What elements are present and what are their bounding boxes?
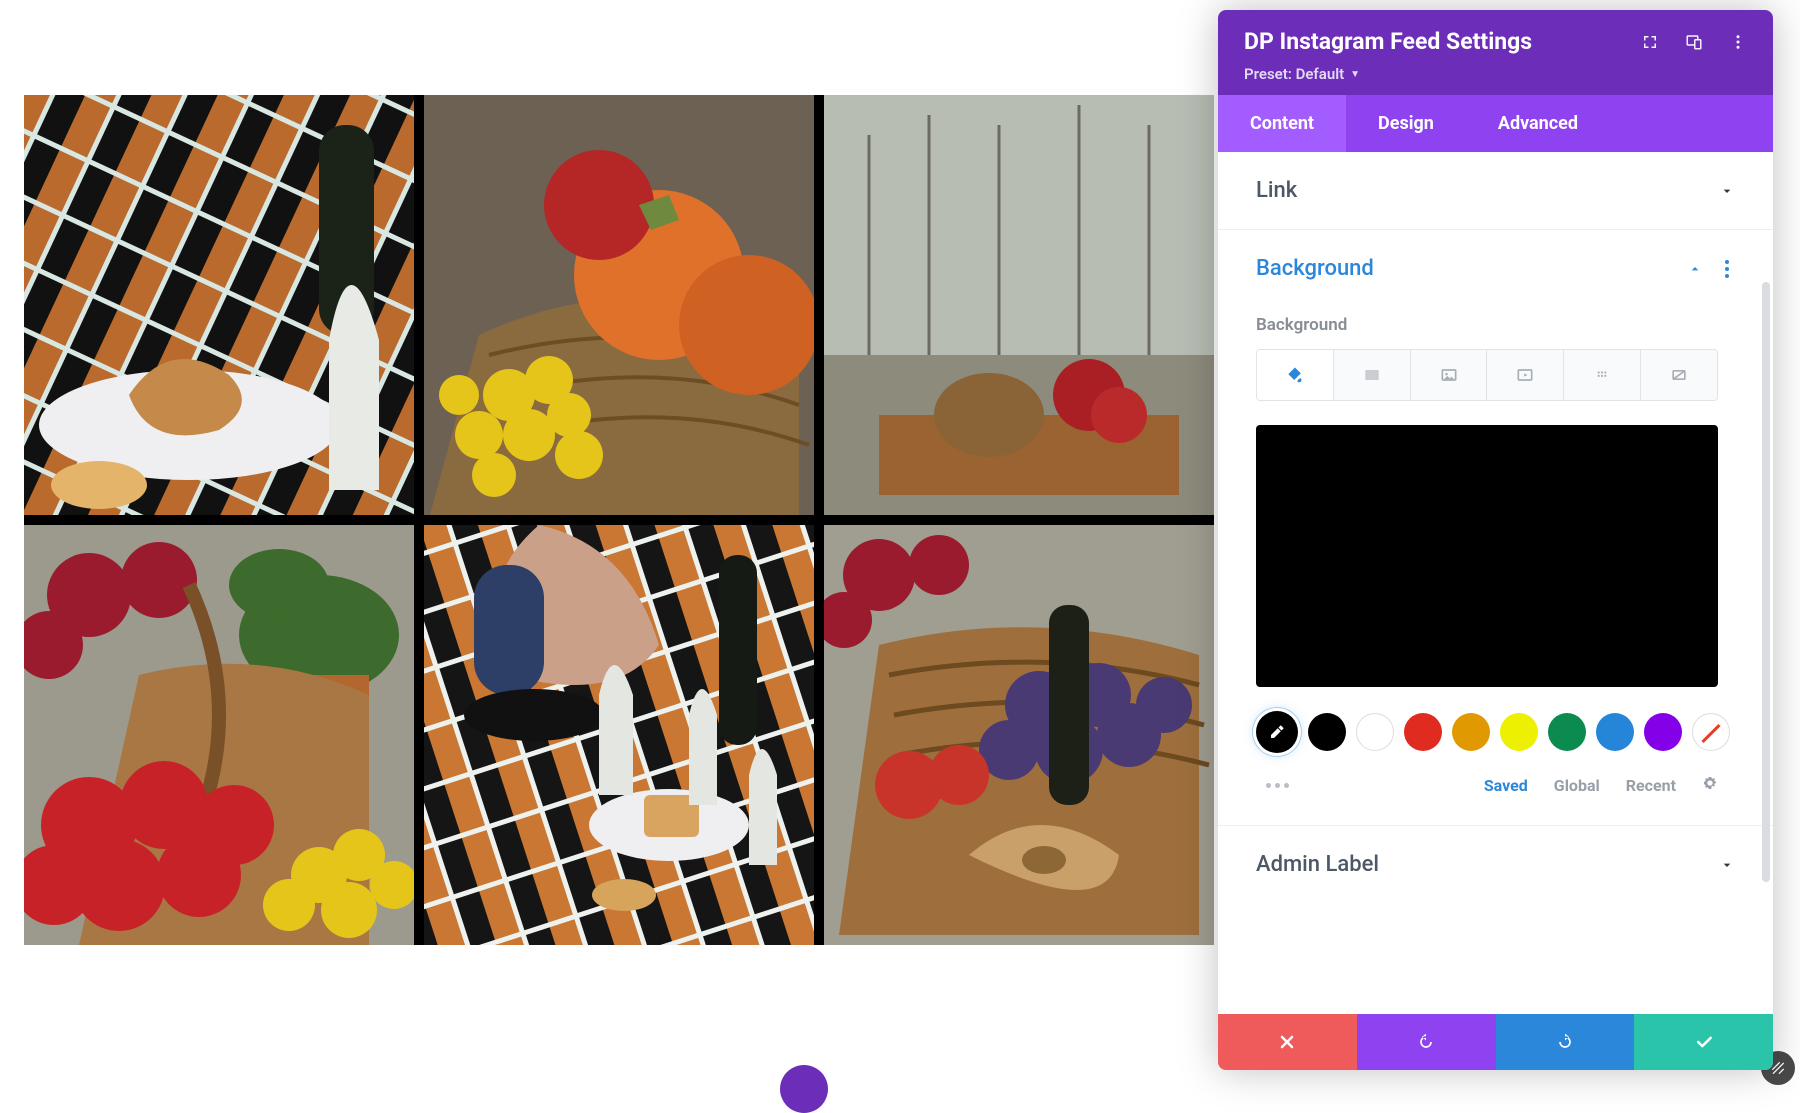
panel-body: Link Background Background xyxy=(1218,152,1773,1014)
redo-icon xyxy=(1555,1032,1575,1052)
add-module-fab[interactable] xyxy=(780,1065,828,1113)
panel-footer xyxy=(1218,1014,1773,1070)
feed-tile[interactable] xyxy=(424,95,814,515)
section-link-title: Link xyxy=(1256,178,1297,203)
swatch-none[interactable] xyxy=(1692,713,1730,751)
color-swatch-row xyxy=(1256,711,1735,753)
undo-icon xyxy=(1416,1032,1436,1052)
module-settings-panel: DP Instagram Feed Settings Preset: Defau… xyxy=(1218,10,1773,1070)
swatch-black[interactable] xyxy=(1308,713,1346,751)
instagram-feed-preview xyxy=(24,95,1214,945)
swatch-settings-button[interactable] xyxy=(1702,775,1718,795)
feed-tile[interactable] xyxy=(824,525,1214,945)
swatch-purple[interactable] xyxy=(1644,713,1682,751)
responsive-icon xyxy=(1685,33,1703,51)
preset-selector[interactable]: Preset: Default ▼ xyxy=(1244,65,1747,83)
eyedropper-button[interactable] xyxy=(1256,711,1298,753)
expand-icon xyxy=(1641,33,1659,51)
eyedropper-icon xyxy=(1268,723,1286,741)
responsive-view-button[interactable] xyxy=(1685,33,1703,51)
expand-button[interactable] xyxy=(1641,33,1659,51)
gear-icon xyxy=(1702,775,1718,791)
swatch-tab-saved[interactable]: Saved xyxy=(1484,776,1528,795)
swatch-green[interactable] xyxy=(1548,713,1586,751)
editor-stage: DP Instagram Feed Settings Preset: Defau… xyxy=(0,0,1800,1090)
swatch-yellow[interactable] xyxy=(1500,713,1538,751)
section-admin-label-title: Admin Label xyxy=(1256,852,1379,877)
video-icon xyxy=(1515,365,1535,385)
swatch-white[interactable] xyxy=(1356,713,1394,751)
bg-type-image[interactable] xyxy=(1411,350,1488,400)
chevron-down-icon xyxy=(1719,857,1735,873)
image-icon xyxy=(1439,365,1459,385)
swatch-orange[interactable] xyxy=(1452,713,1490,751)
chevron-up-icon xyxy=(1687,261,1703,277)
more-vertical-icon xyxy=(1729,33,1747,51)
panel-title: DP Instagram Feed Settings xyxy=(1244,28,1532,55)
swatch-more-button[interactable] xyxy=(1256,783,1289,788)
pattern-icon xyxy=(1592,365,1612,385)
bg-type-gradient[interactable] xyxy=(1334,350,1411,400)
section-link-header[interactable]: Link xyxy=(1256,152,1735,229)
background-color-preview[interactable] xyxy=(1256,425,1718,687)
bg-type-pattern[interactable] xyxy=(1564,350,1641,400)
section-background-content: Background xyxy=(1256,315,1735,825)
tab-content[interactable]: Content xyxy=(1218,95,1346,152)
save-button[interactable] xyxy=(1634,1014,1773,1070)
section-options-button[interactable] xyxy=(1719,260,1735,278)
cancel-button[interactable] xyxy=(1218,1014,1357,1070)
check-icon xyxy=(1694,1032,1714,1052)
background-type-tabs xyxy=(1256,349,1718,401)
swatch-source-tabs: Saved Global Recent xyxy=(1256,775,1718,795)
section-admin-label-header[interactable]: Admin Label xyxy=(1256,826,1735,903)
close-icon xyxy=(1277,1032,1297,1052)
redo-button[interactable] xyxy=(1496,1014,1635,1070)
panel-header[interactable]: DP Instagram Feed Settings Preset: Defau… xyxy=(1218,10,1773,95)
feed-tile[interactable] xyxy=(24,525,414,945)
bg-type-color[interactable] xyxy=(1257,350,1334,400)
background-field-label: Background xyxy=(1256,315,1735,335)
paint-bucket-icon xyxy=(1285,365,1305,385)
chevron-down-icon xyxy=(1719,183,1735,199)
tab-advanced[interactable]: Advanced xyxy=(1466,95,1610,152)
settings-tabs: Content Design Advanced xyxy=(1218,95,1773,152)
feed-tile[interactable] xyxy=(824,95,1214,515)
bg-type-mask[interactable] xyxy=(1641,350,1717,400)
undo-button[interactable] xyxy=(1357,1014,1496,1070)
preset-label: Preset: Default xyxy=(1244,65,1344,83)
section-background: Background Background xyxy=(1218,230,1773,826)
section-background-title: Background xyxy=(1256,256,1374,281)
section-link: Link xyxy=(1218,152,1773,230)
bg-type-video[interactable] xyxy=(1487,350,1564,400)
section-admin-label: Admin Label xyxy=(1218,826,1773,903)
more-options-button[interactable] xyxy=(1729,33,1747,51)
swatch-blue[interactable] xyxy=(1596,713,1634,751)
feed-tile[interactable] xyxy=(24,95,414,515)
section-background-header[interactable]: Background xyxy=(1256,230,1735,307)
gradient-icon xyxy=(1362,365,1382,385)
caret-down-icon: ▼ xyxy=(1350,69,1360,80)
feed-tile[interactable] xyxy=(424,525,814,945)
mask-icon xyxy=(1669,365,1689,385)
panel-scrollbar[interactable] xyxy=(1762,282,1770,882)
tab-design[interactable]: Design xyxy=(1346,95,1466,152)
swatch-tab-global[interactable]: Global xyxy=(1554,776,1600,795)
swatch-tab-recent[interactable]: Recent xyxy=(1626,776,1676,795)
swatch-red[interactable] xyxy=(1404,713,1442,751)
